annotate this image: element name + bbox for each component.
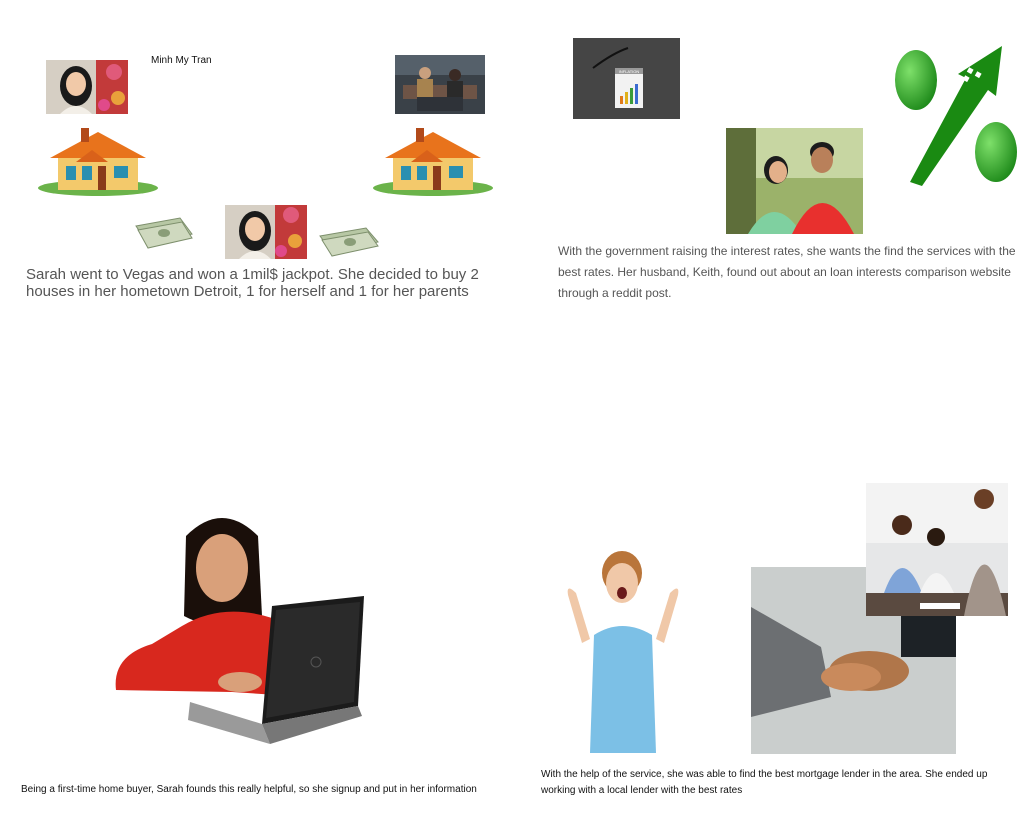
excited-woman-photo <box>560 543 686 753</box>
percent-growth-icon <box>892 44 1020 186</box>
panel-1-caption: Sarah went to Vegas and won a 1mil$ jack… <box>26 266 479 300</box>
house-illustration <box>368 126 498 198</box>
panel-3-caption: Being a first-time home buyer, Sarah fou… <box>21 784 477 795</box>
house-illustration <box>36 126 160 198</box>
parents-photo <box>395 55 485 114</box>
panel-2-caption: With the government raising the interest… <box>558 244 1016 300</box>
author-name: Minh My Tran <box>151 55 212 66</box>
woman-laptop-photo <box>112 506 370 750</box>
inflation-chart-photo: INFLATION <box>573 38 680 119</box>
panel-4-caption: With the help of the service, she was ab… <box>541 769 988 796</box>
inflation-label: INFLATION <box>619 69 640 74</box>
couple-photo <box>726 128 863 234</box>
sarah-portrait-photo-center <box>225 205 307 259</box>
lender-meeting-photo <box>866 483 1008 616</box>
sarah-portrait-photo <box>46 60 128 114</box>
cash-stack-icon <box>134 212 194 252</box>
cash-stack-icon <box>318 220 380 260</box>
